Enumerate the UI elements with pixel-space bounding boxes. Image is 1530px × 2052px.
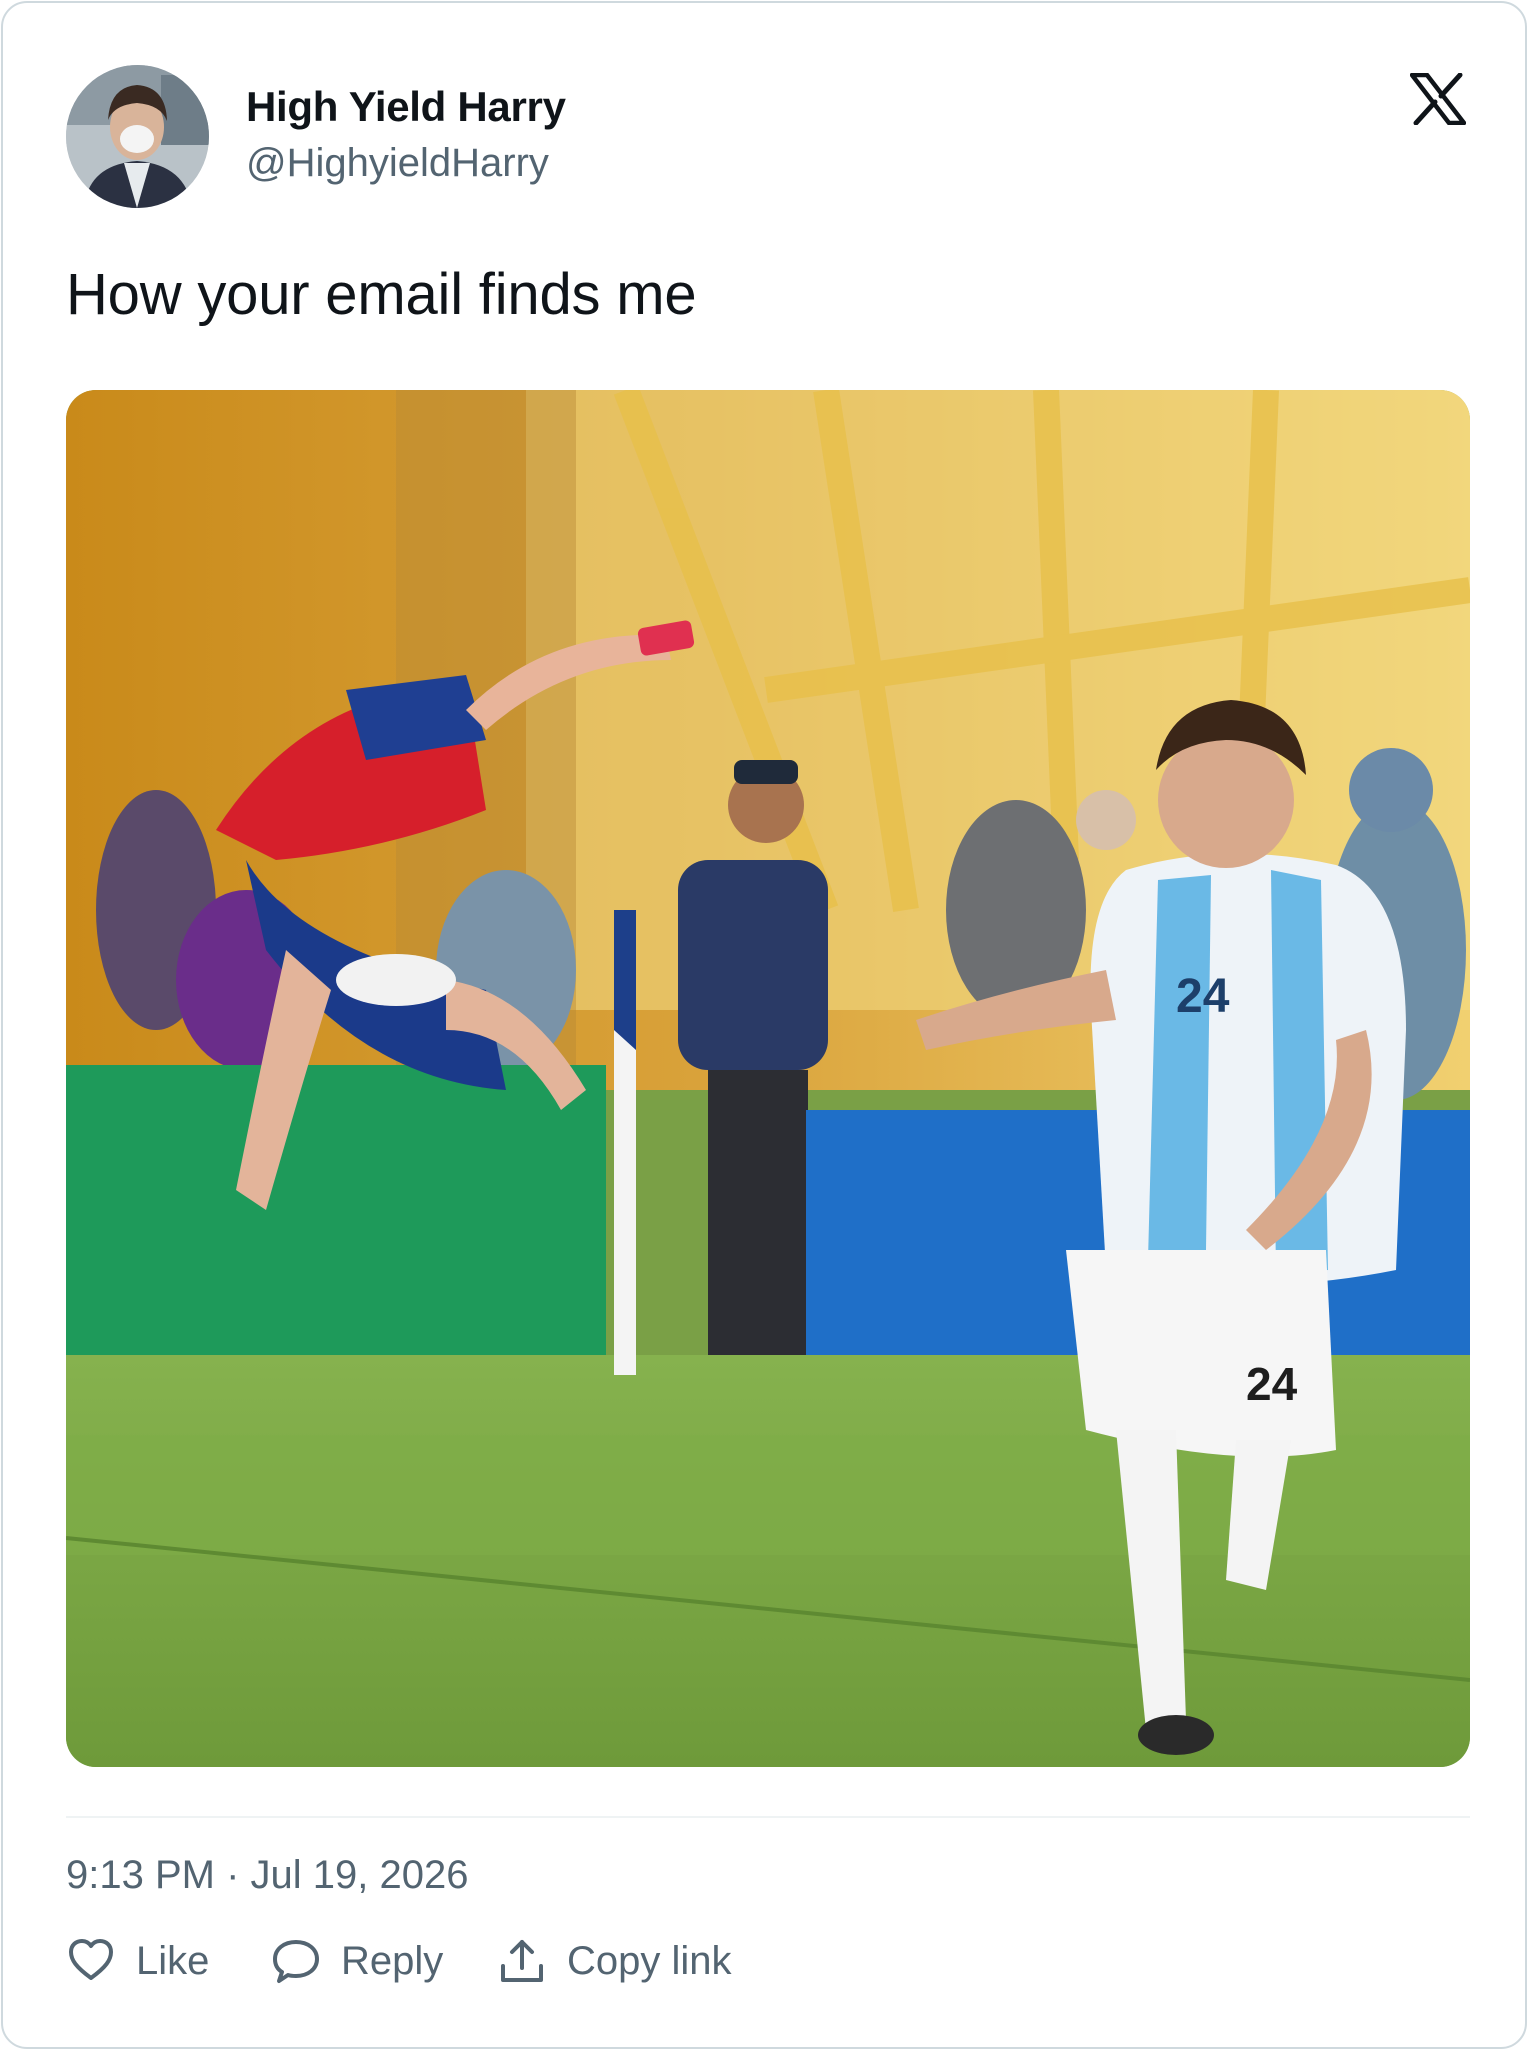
share-upload-icon — [497, 1936, 547, 1986]
tweet-timestamp[interactable]: 9:13 PM · Jul 19, 2026 — [66, 1853, 468, 1898]
author-avatar[interactable] — [66, 65, 209, 208]
reply-button[interactable]: Reply — [271, 1933, 443, 1989]
tweet-image[interactable]: 24 24 — [66, 390, 1470, 1767]
author-display-name[interactable]: High Yield Harry — [246, 83, 566, 131]
football-photo: 24 24 — [66, 390, 1470, 1767]
tweet-card: High Yield Harry @HighyieldHarry How you… — [1, 1, 1527, 2049]
heart-icon — [66, 1936, 116, 1986]
tweet-text: How your email finds me — [66, 262, 697, 327]
copy-link-label: Copy link — [567, 1938, 732, 1983]
author-handle[interactable]: @HighyieldHarry — [246, 141, 549, 186]
avatar-image — [66, 65, 209, 208]
like-button[interactable]: Like — [66, 1933, 209, 1989]
jersey-number: 24 — [1176, 970, 1230, 1023]
like-label: Like — [136, 1938, 210, 1983]
copy-link-button[interactable]: Copy link — [497, 1933, 732, 1989]
reply-label: Reply — [341, 1938, 444, 1983]
shorts-number: 24 — [1246, 1358, 1298, 1410]
speech-bubble-icon — [271, 1936, 321, 1986]
divider — [66, 1816, 1470, 1818]
x-logo-icon[interactable] — [1409, 72, 1467, 126]
